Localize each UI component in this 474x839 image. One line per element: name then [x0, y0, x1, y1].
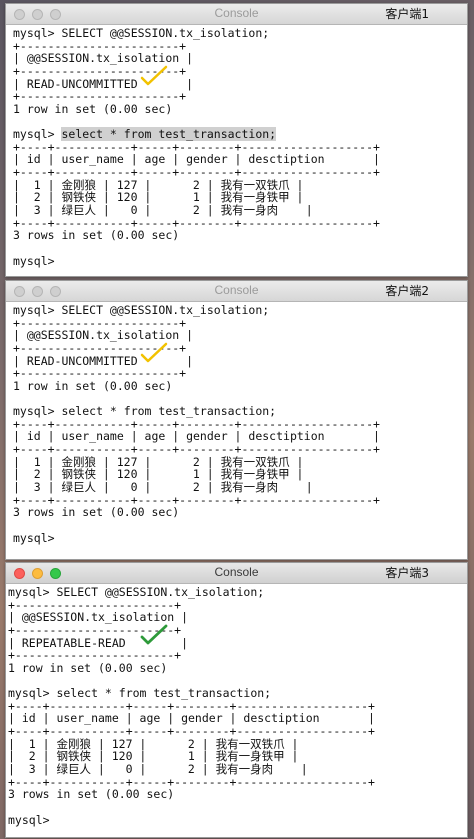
checkmark-icon	[140, 342, 168, 363]
terminal-prompt-line[interactable]: mysql>	[13, 254, 467, 268]
terminal-prompt-line[interactable]: mysql>	[13, 531, 467, 545]
terminal-line: mysql> SELECT @@SESSION.tx_isolation;	[13, 26, 270, 40]
terminal-line: | 3 | 绿巨人 | 0 | 2 | 我有一身肉 |	[8, 761, 308, 776]
terminal-line: mysql> select * from test_transaction;	[8, 686, 272, 701]
terminal-output[interactable]: mysql> SELECT @@SESSION.tx_isolation; +-…	[6, 302, 467, 544]
terminal-line: 1 row in set (0.00 sec)	[13, 378, 173, 393]
terminal-line: | 3 | 绿巨人 | 0 | 2 | 我有一身肉 |	[13, 479, 313, 494]
terminal-line: mysql> SELECT @@SESSION.tx_isolation;	[8, 585, 265, 599]
terminal-line: 3 rows in set (0.00 sec)	[13, 228, 180, 243]
terminal-line: +----+-----------+-----+--------+-------…	[8, 724, 375, 739]
terminal-line: mysql> SELECT @@SESSION.tx_isolation;	[13, 303, 270, 317]
terminal-line: 3 rows in set (0.00 sec)	[13, 505, 180, 520]
window-titlebar[interactable]: Console 客户端1	[6, 4, 467, 25]
checkmark-icon	[140, 624, 168, 645]
terminal-line: +-----------------------+	[13, 366, 187, 381]
client-label: 客户端3	[385, 566, 429, 580]
console-window-3[interactable]: Console 客户端3 mysql> SELECT @@SESSION.tx_…	[5, 562, 468, 838]
terminal-line: +-----------------------+	[8, 648, 182, 663]
terminal-line: +-----------------------+	[13, 340, 187, 355]
window-titlebar[interactable]: Console 客户端2	[6, 281, 467, 302]
terminal-line: +-----------------------+	[8, 622, 182, 637]
terminal-line: mysql> select * from test_transaction;	[13, 404, 277, 419]
window-titlebar[interactable]: Console 客户端3	[6, 563, 467, 584]
console-window-1[interactable]: Console 客户端1 mysql> SELECT @@SESSION.tx_…	[5, 3, 468, 277]
terminal-output[interactable]: mysql> SELECT @@SESSION.tx_isolation; +-…	[6, 584, 467, 826]
terminal-line: +-----------------------+	[13, 89, 187, 104]
terminal-line: 3 rows in set (0.00 sec)	[8, 787, 175, 802]
terminal-line-highlighted: mysql> select * from test_transaction;	[13, 127, 467, 142]
client-label: 客户端2	[385, 284, 429, 298]
console-window-2[interactable]: Console 客户端2 mysql> SELECT @@SESSION.tx_…	[5, 280, 468, 560]
terminal-line: 1 row in set (0.00 sec)	[13, 101, 173, 116]
terminal-line: +----+-----------+-----+--------+-------…	[13, 442, 380, 457]
terminal-output[interactable]: mysql> SELECT @@SESSION.tx_isolation; +-…	[6, 25, 467, 267]
terminal-line: +-----------------------+	[13, 63, 187, 78]
checkmark-icon	[140, 65, 168, 86]
terminal-line: | 3 | 绿巨人 | 0 | 2 | 我有一身肉 |	[13, 202, 313, 217]
terminal-line: +----+-----------+-----+--------+-------…	[13, 165, 380, 180]
terminal-prompt-line[interactable]: mysql>	[8, 813, 467, 827]
terminal-line: 1 row in set (0.00 sec)	[8, 660, 168, 675]
client-label: 客户端1	[385, 7, 429, 21]
